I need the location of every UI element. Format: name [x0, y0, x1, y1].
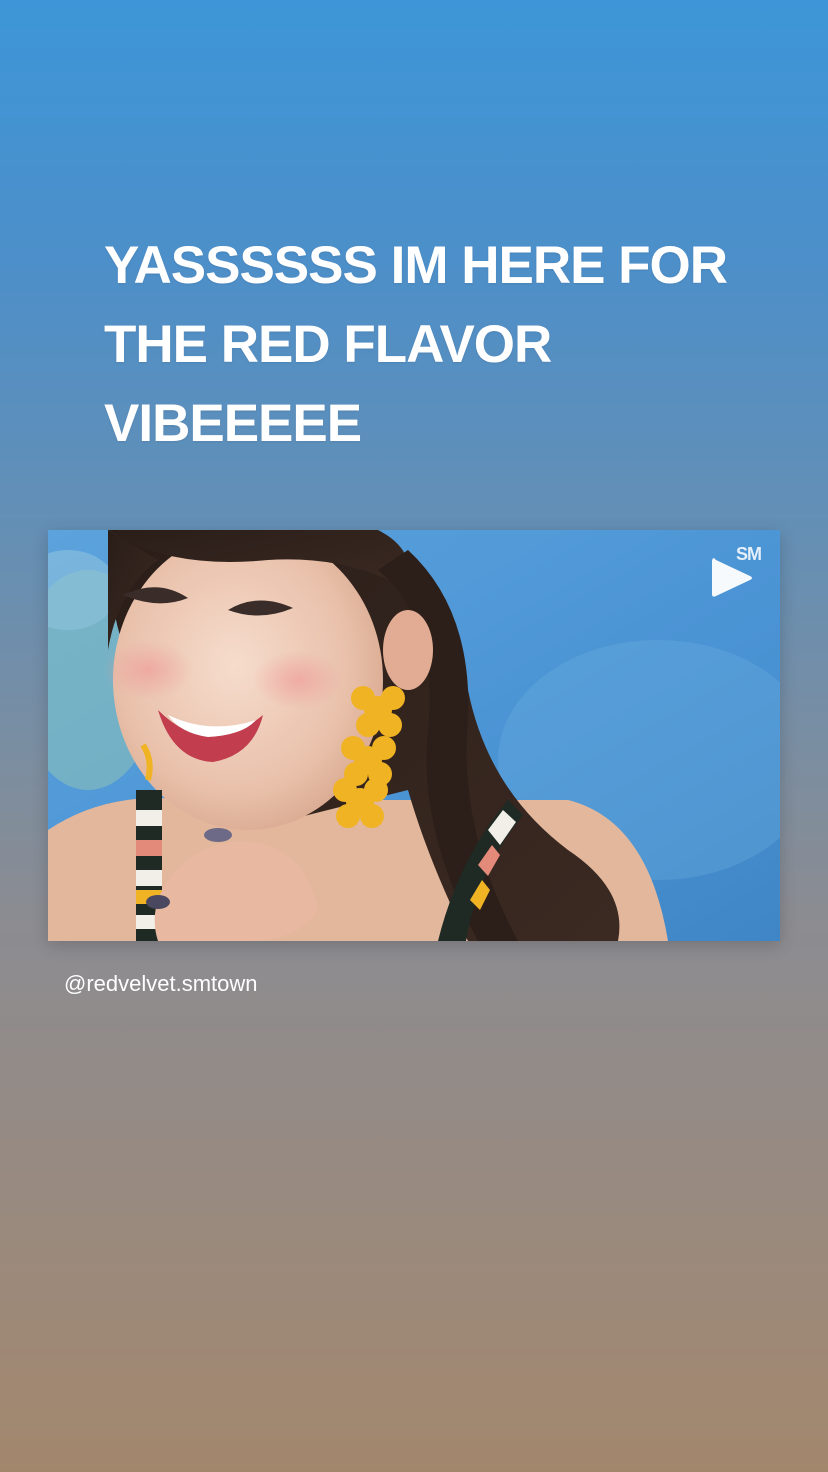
source-account-handle[interactable]: @redvelvet.smtown	[64, 971, 258, 997]
story-caption-text: YASSSSSS IM HERE FOR THE RED FLAVOR VIBE…	[104, 236, 728, 453]
play-icon[interactable]	[708, 554, 756, 602]
shared-video-card[interactable]: SM	[48, 530, 780, 941]
video-thumbnail-image	[48, 530, 780, 941]
